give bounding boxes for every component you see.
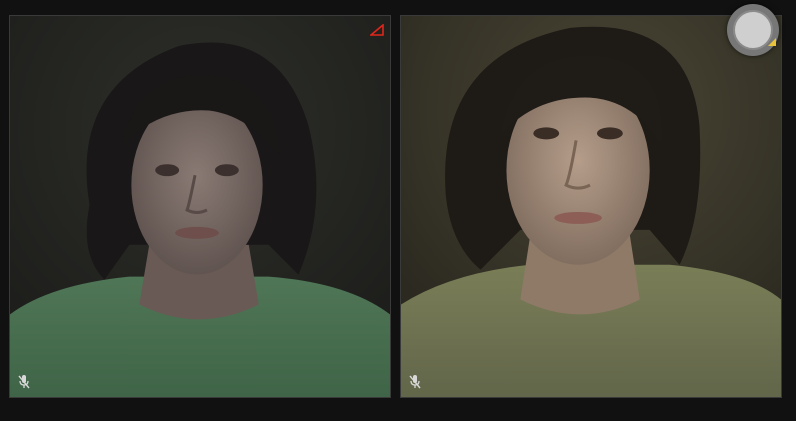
self-view-toggle-button[interactable]: [727, 4, 779, 56]
participant-video-feed: [10, 16, 390, 397]
participant-video-tile-remote[interactable]: [9, 15, 391, 398]
participant-video-tile-local[interactable]: [400, 15, 782, 398]
participant-video-feed: [401, 16, 781, 397]
microphone-muted-icon[interactable]: [408, 374, 422, 390]
video-call-stage: [0, 0, 796, 421]
microphone-muted-icon[interactable]: [17, 374, 31, 390]
connection-warning-icon[interactable]: [370, 24, 384, 36]
signal-strength-icon: [768, 38, 776, 46]
